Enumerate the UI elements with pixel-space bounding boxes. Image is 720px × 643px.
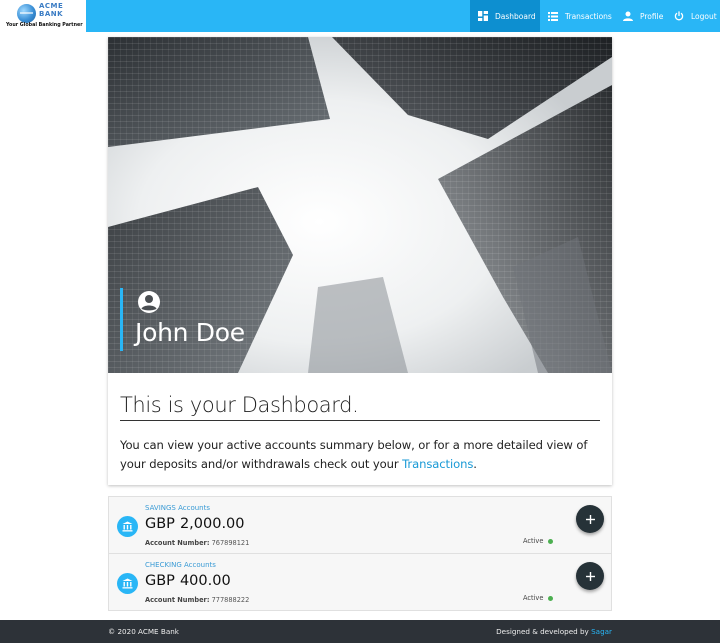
account-balance: GBP 2,000.00 [145, 516, 245, 532]
dashboard-intro: You can view your active accounts summar… [120, 436, 608, 474]
account-item-savings: SAVINGS Accounts GBP 2,000.00 Account Num… [109, 497, 611, 554]
nav-transactions[interactable]: Transactions [548, 0, 616, 32]
user-identity: John Doe [120, 288, 245, 351]
bank-icon [117, 516, 138, 537]
globe-icon [17, 4, 36, 23]
brand-name: ACME BANK [39, 2, 69, 18]
nav-logout[interactable]: Logout [674, 0, 720, 32]
status-dot [548, 538, 554, 544]
account-currency: GBP [145, 516, 175, 532]
nav-dashboard[interactable]: Dashboard [470, 0, 540, 32]
account-circle-icon [137, 290, 161, 314]
add-transaction-button[interactable] [576, 505, 604, 533]
account-currency: GBP [145, 573, 175, 589]
account-type: SAVINGS Accounts [145, 504, 211, 512]
intro-end: . [473, 457, 477, 471]
add-transaction-button[interactable] [576, 562, 604, 590]
nav-logout-label: Logout [691, 11, 717, 21]
nav-transactions-label: Transactions [565, 11, 612, 21]
author-link[interactable]: Sagar [591, 627, 612, 636]
plus-icon [585, 571, 595, 581]
status-text: Active [523, 594, 544, 602]
account-number-label: Account Number: [145, 539, 210, 547]
plus-icon [585, 514, 595, 524]
dashboard-icon [478, 11, 488, 21]
top-navbar: ACME BANK Your Global Banking Partner Da… [0, 0, 720, 32]
dashboard-card: John Doe This is your Dashboard. You can… [108, 37, 612, 485]
page-title: This is your Dashboard. [120, 393, 600, 421]
nav-profile[interactable]: Profile [623, 0, 667, 32]
account-number: Account Number: 767898121 [145, 539, 249, 547]
brand-logo[interactable]: ACME BANK Your Global Banking Partner [0, 0, 86, 32]
account-amount: 400.00 [179, 573, 231, 589]
account-type: CHECKING Accounts [145, 561, 216, 569]
footer-copyright: © 2020 ACME Bank [108, 627, 179, 636]
footer-credit: Designed & developed by Sagar [496, 627, 612, 636]
status-dot [548, 595, 554, 601]
user-name: John Doe [135, 318, 245, 347]
list-icon [548, 11, 558, 21]
account-number: Account Number: 777888222 [145, 596, 249, 604]
nav-dashboard-label: Dashboard [495, 11, 536, 21]
status-text: Active [523, 537, 544, 545]
intro-text: You can view your active accounts summar… [120, 438, 588, 471]
status-badge: Active [523, 537, 554, 545]
account-balance: GBP 400.00 [145, 573, 231, 589]
account-number-value: 777888222 [211, 596, 250, 604]
brand-name-line2: BANK [39, 9, 64, 18]
account-amount: 2,000.00 [179, 516, 245, 532]
credit-prefix: Designed & developed by [496, 627, 589, 636]
account-number-value: 767898121 [211, 539, 250, 547]
account-number-label: Account Number: [145, 596, 210, 604]
nav-profile-label: Profile [640, 11, 664, 21]
status-badge: Active [523, 594, 554, 602]
account-item-checking: CHECKING Accounts GBP 400.00 Account Numb… [109, 554, 611, 611]
bank-icon [117, 573, 138, 594]
accounts-list: SAVINGS Accounts GBP 2,000.00 Account Num… [108, 496, 612, 611]
footer: © 2020 ACME Bank Designed & developed by… [0, 620, 720, 643]
person-icon [623, 11, 633, 21]
transactions-link[interactable]: Transactions [402, 457, 473, 471]
brand-tagline: Your Global Banking Partner [6, 23, 83, 28]
power-icon [674, 11, 684, 21]
